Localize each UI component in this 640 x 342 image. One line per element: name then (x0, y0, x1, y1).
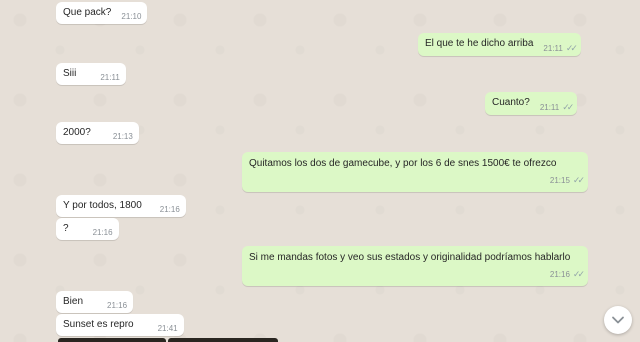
chevron-down-icon (612, 316, 624, 324)
message-outgoing: El que te he dicho arriba 21:11 ✓✓ (418, 33, 581, 56)
message-text: Si me mandas fotos y veo sus estados y o… (249, 252, 571, 263)
double-check-icon: ✓✓ (572, 269, 585, 279)
message-incoming: Bien 21:16 (56, 291, 134, 313)
message-text: Cuanto? (492, 97, 530, 108)
message-incoming: Que pack? 21:10 (56, 2, 148, 24)
message-incoming: Sunset es repro 21:41 (56, 314, 184, 336)
message-time: 21:11 (100, 73, 120, 82)
photo-thumbnail[interactable] (168, 338, 278, 342)
message-incoming: Y por todos, 1800 21:16 (56, 195, 186, 217)
message-outgoing: Cuanto? 21:11 ✓✓ (485, 92, 578, 115)
chat-panel: Que pack? 21:10 El que te he dicho arriba… (0, 0, 640, 342)
message-time: 21:11 (543, 44, 563, 53)
double-check-icon: ✓✓ (562, 102, 574, 112)
message-time: 21:41 (157, 324, 178, 333)
message-text: Siii (63, 68, 77, 79)
photo-thumbnail[interactable] (58, 338, 166, 342)
double-check-icon: ✓✓ (572, 175, 585, 185)
message-text: El que te he dicho arriba (425, 38, 534, 49)
message-text: Bien (63, 296, 84, 307)
message-outgoing: Si me mandas fotos y veo sus estados y o… (242, 246, 588, 286)
message-text: Quitamos los dos de gamecube, y por los … (249, 158, 557, 169)
message-text: Que pack? (63, 7, 112, 18)
message-text: Sunset es repro (63, 319, 134, 330)
double-check-icon: ✓✓ (565, 43, 578, 53)
message-time: 21:13 (112, 132, 133, 141)
message-incoming: Siii 21:11 (56, 63, 126, 85)
message-time: 21:16 (92, 228, 113, 237)
message-time: 21:16 (549, 270, 570, 279)
message-text: ? (63, 223, 69, 234)
message-outgoing: Quitamos los dos de gamecube, y por los … (242, 152, 588, 192)
scroll-down-button[interactable] (604, 306, 632, 334)
message-time: 21:16 (107, 301, 128, 310)
message-time: 21:16 (159, 205, 180, 214)
message-time: 21:11 (539, 103, 560, 112)
message-text: 2000? (63, 127, 91, 138)
message-time: 21:15 (549, 176, 570, 185)
message-text: Y por todos, 1800 (63, 200, 142, 211)
message-time: 21:10 (121, 12, 142, 21)
message-incoming: ? 21:16 (56, 218, 119, 240)
message-incoming: 2000? 21:13 (56, 122, 139, 144)
